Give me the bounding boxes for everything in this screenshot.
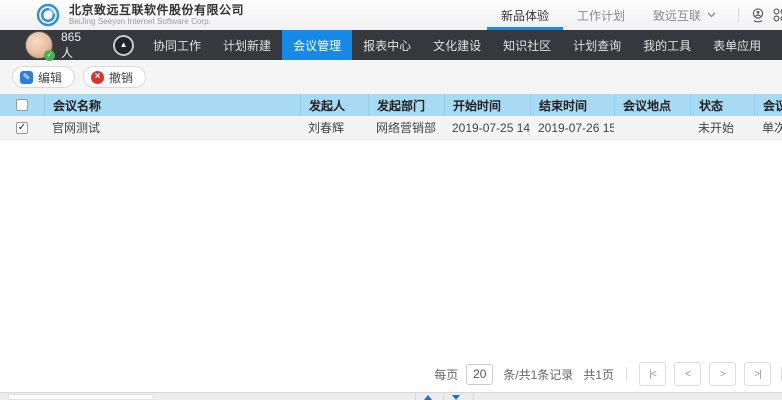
first-page-button[interactable]: |<: [639, 362, 666, 386]
cell-start-time: 2019-07-25 14:30: [444, 121, 530, 135]
bottom-scroll-strip: [0, 392, 782, 400]
strip-divider: [415, 393, 416, 400]
member-location-icon[interactable]: [747, 4, 769, 26]
top-link-seeyon-dropdown[interactable]: 致远互联: [639, 0, 730, 30]
nav-item-plan-new[interactable]: 计划新建: [212, 30, 282, 60]
nav-item-label: 表单应用: [713, 37, 761, 54]
col-meeting-type[interactable]: 会议类型: [754, 94, 782, 116]
user-avatar[interactable]: ✓: [25, 31, 53, 59]
collapse-up-arrow-icon[interactable]: [424, 395, 432, 400]
col-department[interactable]: 发起部门: [368, 94, 444, 116]
table-row[interactable]: ✓ 官网测试 刘春辉 网络营销部 2019-07-25 14:30 2019-0…: [0, 116, 782, 140]
nav-item-cockpit[interactable]: 协同驾驶舱: [772, 30, 782, 60]
nav-item-meeting-management[interactable]: 会议管理: [282, 30, 352, 60]
nav-item-report-center[interactable]: 报表中心: [352, 30, 422, 60]
nav-item-label: 协同工作: [153, 37, 201, 54]
pagination-divider: [626, 367, 627, 381]
nav-item-label: 计划查询: [573, 37, 621, 54]
nav-item-label: 计划新建: [223, 37, 271, 54]
total-pages-label: 共1页: [583, 366, 614, 383]
col-location[interactable]: 会议地点: [614, 94, 690, 116]
main-nav-bar: ✓ 865人 ▲ 协同工作 计划新建 会议管理 报表中心 文化建设 知识社区 计…: [0, 30, 782, 60]
nav-item-form-app[interactable]: 表单应用: [702, 30, 772, 60]
apps-grid-icon[interactable]: [769, 4, 782, 26]
nav-item-collaboration[interactable]: 协同工作: [142, 30, 212, 60]
col-status[interactable]: 状态: [690, 94, 754, 116]
top-bar: 北京致远互联软件股份有限公司 BeiJing Seeyon Internet S…: [0, 0, 782, 30]
cell-meeting-name[interactable]: 官网测试: [44, 119, 300, 136]
topbar-right: 新品体验 工作计划 致远互联: [487, 0, 782, 30]
collapse-down-arrow-icon[interactable]: [452, 395, 460, 400]
prev-page-button[interactable]: <: [674, 362, 701, 386]
strip-divider: [473, 393, 474, 400]
col-start-time[interactable]: 开始时间: [444, 94, 530, 116]
header-checkbox-cell: [0, 94, 44, 116]
top-link-label: 致远互联: [653, 7, 701, 24]
meeting-table: 会议名称 发起人 发起部门 开始时间 结束时间 会议地点 状态 会议类型 ✓ 官…: [0, 94, 782, 140]
revoke-icon: ×: [91, 71, 104, 84]
nav-item-my-tools[interactable]: 我的工具: [632, 30, 702, 60]
top-link-new-experience[interactable]: 新品体验: [487, 0, 563, 30]
strip-divider: [443, 393, 444, 400]
nav-item-plan-query[interactable]: 计划查询: [562, 30, 632, 60]
pagination-bar: 每页 条/共1条记录 共1页 |< < > >|: [0, 356, 782, 392]
edit-button[interactable]: ✎ 编辑: [12, 66, 75, 88]
member-count[interactable]: 865人: [61, 30, 81, 61]
seeyon-logo-icon: [36, 3, 60, 27]
a-circle-icon[interactable]: ▲: [113, 35, 134, 56]
online-check-badge-icon: ✓: [44, 50, 55, 61]
nav-item-culture[interactable]: 文化建设: [422, 30, 492, 60]
row-checkbox[interactable]: ✓: [16, 122, 28, 134]
top-link-work-plan[interactable]: 工作计划: [563, 0, 639, 30]
nav-item-label: 知识社区: [503, 37, 551, 54]
col-initiator[interactable]: 发起人: [300, 94, 368, 116]
cell-end-time: 2019-07-26 15:30: [530, 121, 614, 135]
company-name-zh: 北京致远互联软件股份有限公司: [69, 4, 244, 17]
per-page-input[interactable]: [466, 364, 493, 385]
row-checkbox-cell: ✓: [0, 122, 44, 134]
nav-item-label: 文化建设: [433, 37, 481, 54]
revoke-button-label: 撤销: [109, 69, 133, 86]
chevron-down-icon: [707, 12, 716, 18]
top-link-label: 工作计划: [577, 7, 625, 24]
last-page-button[interactable]: >|: [744, 362, 771, 386]
revoke-button[interactable]: × 撤销: [83, 66, 146, 88]
col-end-time[interactable]: 结束时间: [530, 94, 614, 116]
cell-initiator: 刘春辉: [300, 119, 368, 136]
top-link-label: 新品体验: [501, 7, 549, 24]
edit-button-label: 编辑: [38, 69, 62, 86]
cell-status: 未开始: [690, 119, 754, 136]
company-title: 北京致远互联软件股份有限公司 BeiJing Seeyon Internet S…: [69, 4, 244, 26]
company-name-en: BeiJing Seeyon Internet Software Corp.: [69, 17, 235, 25]
cell-department: 网络营销部: [368, 119, 444, 136]
nav-item-label: 报表中心: [363, 37, 411, 54]
hscrollbar-thumb[interactable]: [8, 394, 154, 400]
content-filler: [0, 140, 782, 356]
nav-item-label: 我的工具: [643, 37, 691, 54]
records-label: 条/共1条记录: [503, 366, 573, 383]
edit-icon: ✎: [20, 71, 33, 84]
col-meeting-name[interactable]: 会议名称: [44, 94, 300, 116]
next-page-button[interactable]: >: [709, 362, 736, 386]
topbar-divider: [738, 8, 739, 22]
nav-items: 协同工作 计划新建 会议管理 报表中心 文化建设 知识社区 计划查询 我的工具 …: [142, 30, 782, 60]
table-header-row: 会议名称 发起人 发起部门 开始时间 结束时间 会议地点 状态 会议类型: [0, 94, 782, 116]
per-page-label: 每页: [434, 366, 458, 383]
nav-item-label: 会议管理: [293, 37, 341, 54]
nav-item-knowledge-community[interactable]: 知识社区: [492, 30, 562, 60]
list-toolbar: ✎ 编辑 × 撤销: [0, 60, 782, 94]
select-all-checkbox[interactable]: [16, 99, 28, 111]
cell-meeting-type: 单次会议: [754, 119, 782, 136]
